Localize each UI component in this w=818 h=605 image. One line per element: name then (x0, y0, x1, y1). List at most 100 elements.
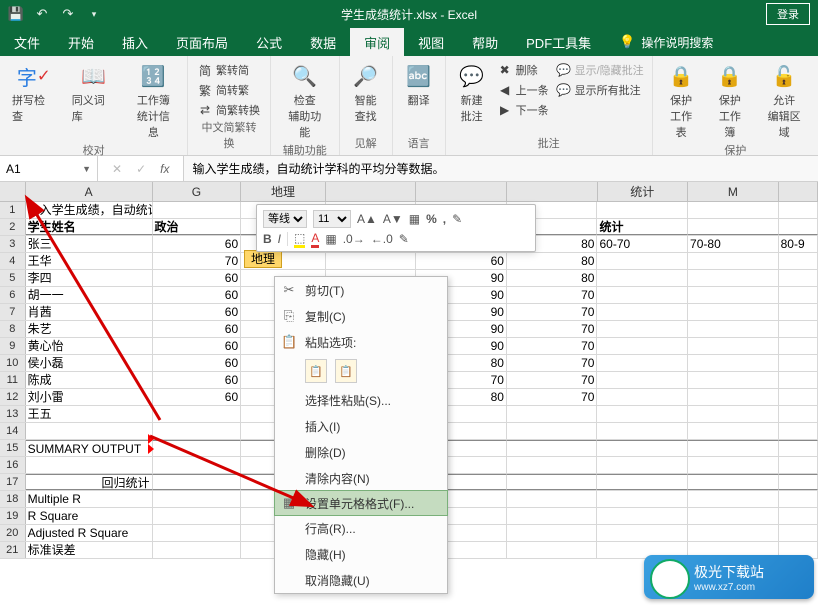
row-header[interactable]: 13 (0, 406, 26, 422)
cell[interactable] (597, 355, 688, 371)
cell[interactable]: 标准误差 (26, 542, 153, 558)
cell[interactable]: 朱艺 (26, 321, 153, 337)
cell[interactable] (779, 372, 818, 388)
cell[interactable] (688, 491, 779, 507)
cell[interactable]: 张三 (26, 236, 153, 252)
increase-font-icon[interactable]: A▲ (357, 212, 377, 226)
ctx-hide[interactable]: 隐藏(H) (275, 541, 447, 567)
col-header-4[interactable] (416, 182, 507, 201)
cell[interactable]: R Square (26, 508, 153, 524)
cell[interactable] (779, 474, 818, 490)
cell[interactable]: SUMMARY OUTPUT (26, 440, 153, 456)
cell[interactable] (597, 270, 688, 286)
delete-comment[interactable]: ✖删除 (498, 62, 549, 78)
cell[interactable] (597, 372, 688, 388)
cell[interactable] (507, 508, 598, 524)
cell[interactable] (688, 423, 779, 439)
cell[interactable] (597, 440, 688, 456)
cell[interactable]: 70 (507, 287, 598, 303)
cell[interactable] (597, 474, 688, 490)
row-header[interactable]: 10 (0, 355, 26, 371)
fontsize-select[interactable]: 11 (313, 210, 351, 228)
cell[interactable] (597, 287, 688, 303)
cell[interactable] (779, 338, 818, 354)
protect-sheet-button[interactable]: 🔒保护 工作表 (661, 60, 702, 142)
smart-lookup-button[interactable]: 🔎智能 查找 (348, 60, 384, 126)
cell[interactable] (688, 406, 779, 422)
row-header[interactable]: 8 (0, 321, 26, 337)
ctx-format-cells[interactable]: ▦设置单元格格式(F)... (274, 490, 448, 516)
tell-me-search[interactable]: 💡 操作说明搜索 (605, 28, 713, 56)
qat-dropdown-icon[interactable]: ▾ (86, 6, 102, 22)
cell[interactable] (507, 406, 598, 422)
cell[interactable]: 70-80 (688, 236, 779, 252)
row-header[interactable]: 2 (0, 219, 26, 235)
cell[interactable]: 李四 (26, 270, 153, 286)
cn-to-traditional[interactable]: 繁简转繁 (198, 82, 260, 98)
namebox-dropdown-icon[interactable]: ▼ (82, 164, 91, 174)
cell[interactable] (688, 372, 779, 388)
cell[interactable] (507, 474, 598, 490)
cell[interactable]: 70 (507, 338, 598, 354)
col-header-5[interactable] (507, 182, 598, 201)
cell[interactable] (779, 508, 818, 524)
cell[interactable]: 60 (153, 304, 242, 320)
login-button[interactable]: 登录 (766, 3, 810, 25)
cell[interactable]: 80-9 (779, 236, 818, 252)
row-header[interactable]: 7 (0, 304, 26, 320)
cell[interactable] (779, 287, 818, 303)
cell[interactable]: 输入学生成绩，自动统计学科的平均分等数据。 (26, 202, 153, 218)
cell[interactable] (779, 304, 818, 320)
cell[interactable] (688, 219, 779, 235)
cell[interactable]: 60 (153, 389, 242, 405)
row-header[interactable]: 1 (0, 202, 26, 218)
cell[interactable] (153, 202, 242, 218)
comma-icon[interactable]: , (443, 212, 446, 226)
cell[interactable] (507, 525, 598, 541)
thesaurus-button[interactable]: 📖同义词库 (68, 60, 120, 126)
cn-to-simplified[interactable]: 简繁转简 (198, 62, 260, 78)
col-header-M[interactable]: M (688, 182, 779, 201)
row-header[interactable]: 20 (0, 525, 26, 541)
spelling-button[interactable]: 字✓拼写检查 (8, 60, 60, 126)
cell[interactable]: 回归统计 (26, 474, 153, 490)
row-header[interactable]: 6 (0, 287, 26, 303)
cell[interactable]: 王五 (26, 406, 153, 422)
ctx-row-height[interactable]: 行高(R)... (275, 515, 447, 541)
bold-button[interactable]: B (263, 232, 272, 246)
row-header[interactable]: 3 (0, 236, 26, 252)
row-header[interactable]: 14 (0, 423, 26, 439)
paste-option-values[interactable]: 📋 (335, 359, 357, 383)
cell[interactable] (779, 321, 818, 337)
cell[interactable] (597, 304, 688, 320)
undo-icon[interactable]: ↶ (34, 6, 50, 22)
cell[interactable] (779, 440, 818, 456)
cell[interactable]: Adjusted R Square (26, 525, 153, 541)
cell[interactable]: 政治 (153, 219, 242, 235)
cell[interactable]: 肖茜 (26, 304, 153, 320)
cell[interactable]: 侯小磊 (26, 355, 153, 371)
ctx-unhide[interactable]: 取消隐藏(U) (275, 567, 447, 593)
cell[interactable] (597, 253, 688, 269)
tab-formulas[interactable]: 公式 (242, 28, 296, 56)
col-header-3[interactable] (326, 182, 417, 201)
decimal-inc-icon[interactable]: .0→ (343, 232, 365, 246)
format-painter-icon[interactable]: ✎ (452, 212, 462, 226)
cell[interactable] (597, 457, 688, 473)
cell[interactable] (597, 321, 688, 337)
cell[interactable] (597, 338, 688, 354)
cell[interactable] (688, 525, 779, 541)
cell[interactable] (597, 389, 688, 405)
cell[interactable] (26, 457, 153, 473)
cell[interactable] (688, 270, 779, 286)
percent-icon[interactable]: % (426, 212, 437, 226)
cell[interactable] (153, 508, 242, 524)
allow-edit-ranges-button[interactable]: 🔓允许 编辑区域 (758, 60, 810, 142)
select-all-corner[interactable] (0, 182, 26, 201)
cell[interactable]: 60 (416, 253, 507, 269)
row-header[interactable]: 17 (0, 474, 26, 490)
cell[interactable]: 70 (507, 321, 598, 337)
tab-pdftools[interactable]: PDF工具集 (512, 28, 605, 56)
cell[interactable] (153, 457, 242, 473)
prev-comment[interactable]: ◀上一条 (498, 82, 549, 98)
